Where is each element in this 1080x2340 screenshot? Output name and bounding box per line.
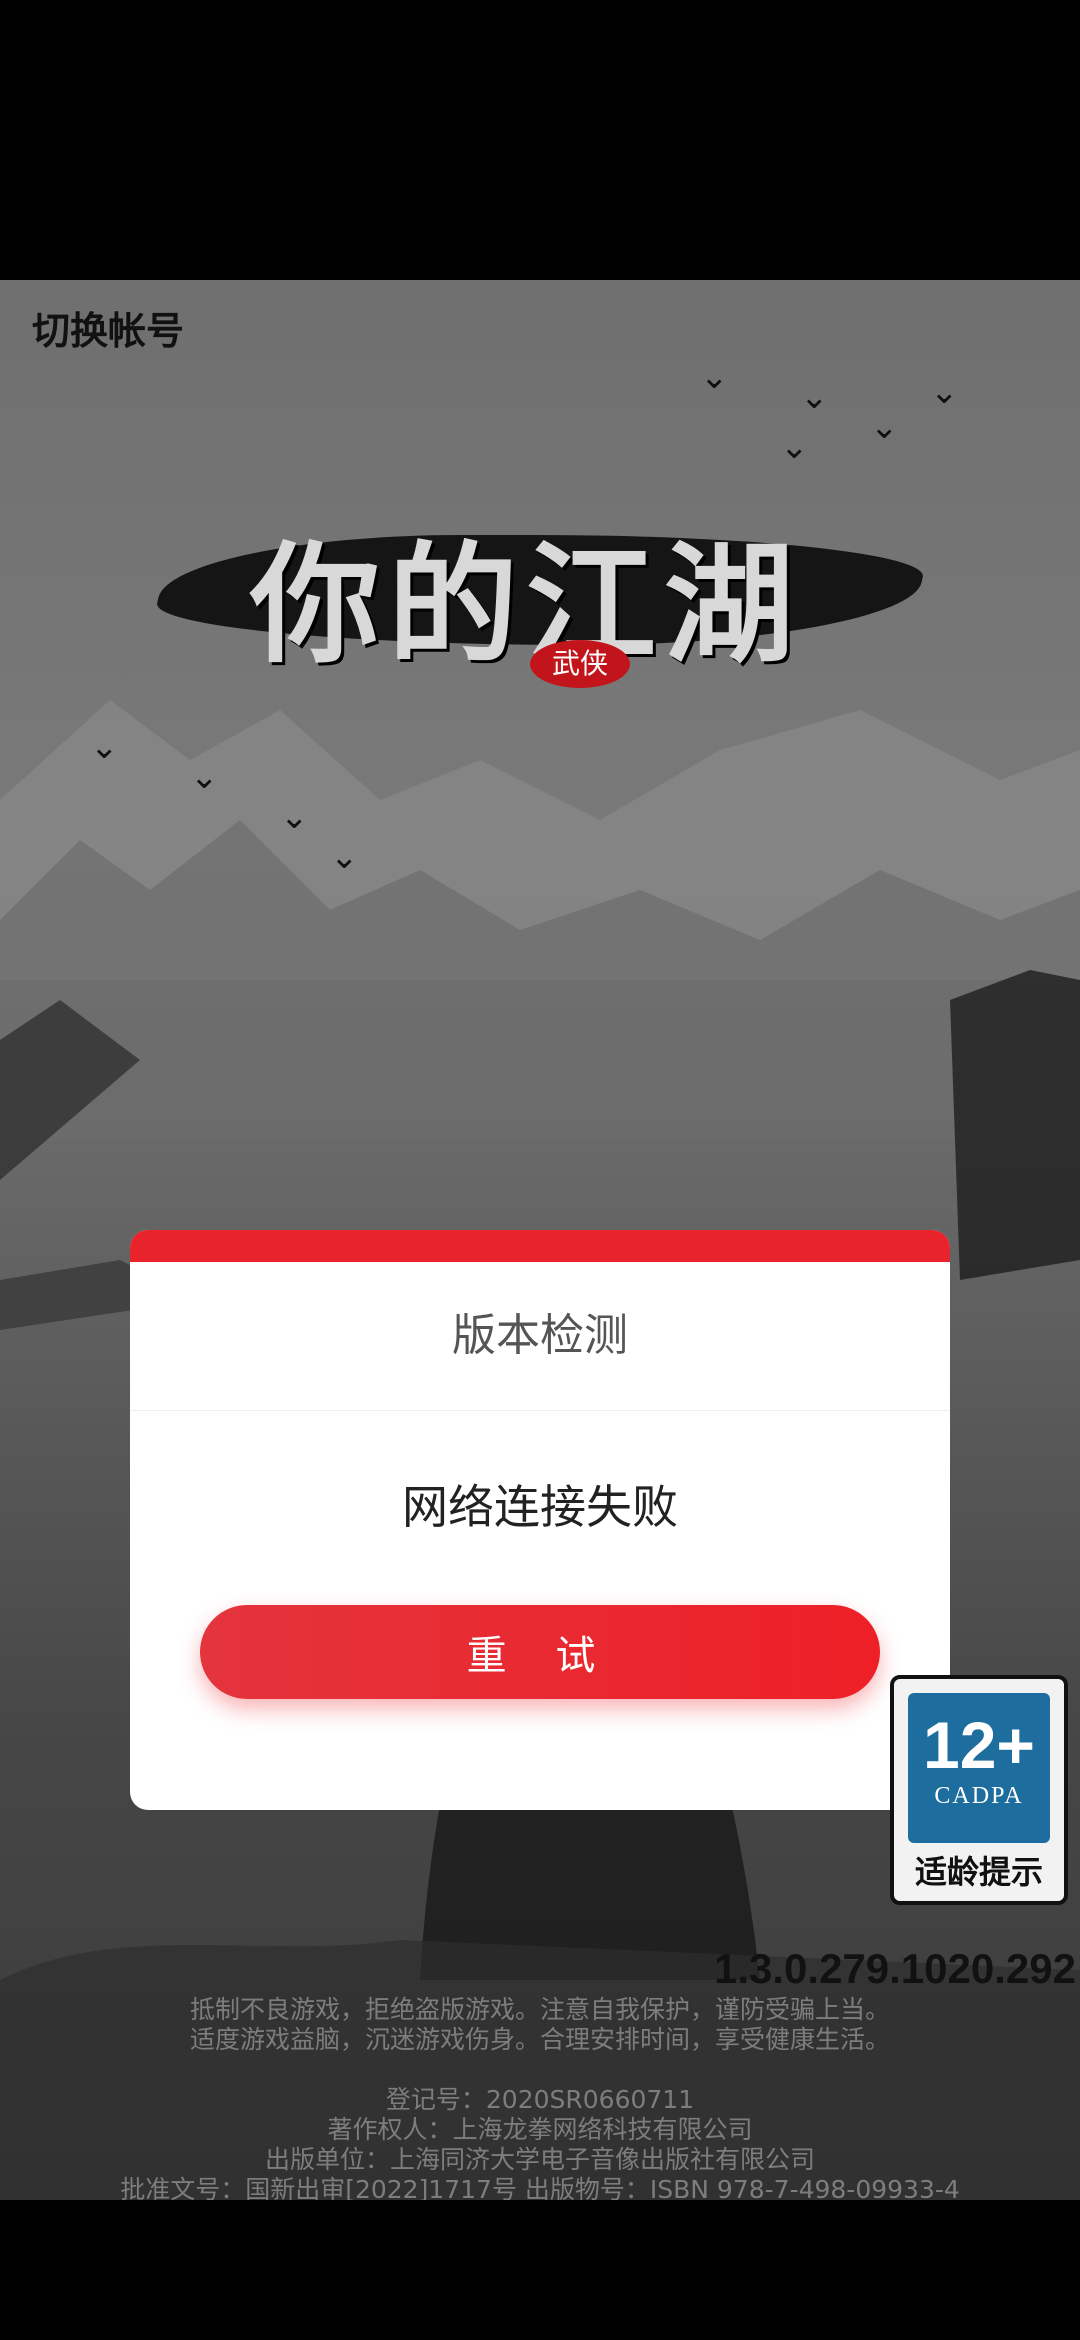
logo-seal: 武侠	[530, 640, 630, 688]
bird-icon: ⌄	[90, 727, 119, 767]
age-rating-org: CADPA	[934, 1783, 1024, 1809]
bird-icon: ⌄	[280, 797, 309, 837]
dialog-message: 网络连接失败	[402, 1480, 678, 1534]
bird-icon: ⌄	[780, 427, 809, 467]
age-rating-badge[interactable]: 12+ CADPA 适龄提示	[890, 1675, 1068, 1905]
bird-icon: ⌄	[800, 377, 829, 417]
retry-button[interactable]: 重 试	[200, 1605, 880, 1699]
bird-icon: ⌄	[330, 837, 359, 877]
bird-icon: ⌄	[190, 757, 219, 797]
age-rating-icon: 12+ CADPA	[908, 1693, 1050, 1843]
bird-icon: ⌄	[930, 372, 959, 412]
switch-account-button[interactable]: 切换帐号	[32, 300, 184, 355]
version-number: 1.3.0.279.1020.292	[713, 1945, 1076, 1992]
bird-icon: ⌄	[700, 357, 729, 397]
age-rating-number: 12+	[923, 1708, 1035, 1782]
logo-title: 你的江湖	[250, 528, 803, 681]
version-check-dialog: 版本检测 网络连接失败 重 试	[130, 1230, 950, 1810]
age-rating-tip: 适龄提示	[914, 1853, 1043, 1891]
approval-number: 批准文号：国新出审[2022]1717号 出版物号：ISBN 978-7-498…	[120, 2175, 960, 2200]
dialog-title: 版本检测	[130, 1262, 950, 1411]
health-notice-line: 适度游戏益脑，沉迷游戏伤身。合理安排时间，享受健康生活。	[189, 2025, 890, 2054]
game-launch-screen: ⌄ ⌄ ⌄ ⌄ ⌄ ⌄ ⌄ ⌄ ⌄ 切换帐号 你的江湖 武侠 版本检测 网络连接…	[0, 280, 1080, 2200]
game-logo: 你的江湖 武侠	[148, 480, 932, 700]
dialog-accent-bar	[130, 1230, 950, 1262]
bird-icon: ⌄	[870, 407, 899, 447]
